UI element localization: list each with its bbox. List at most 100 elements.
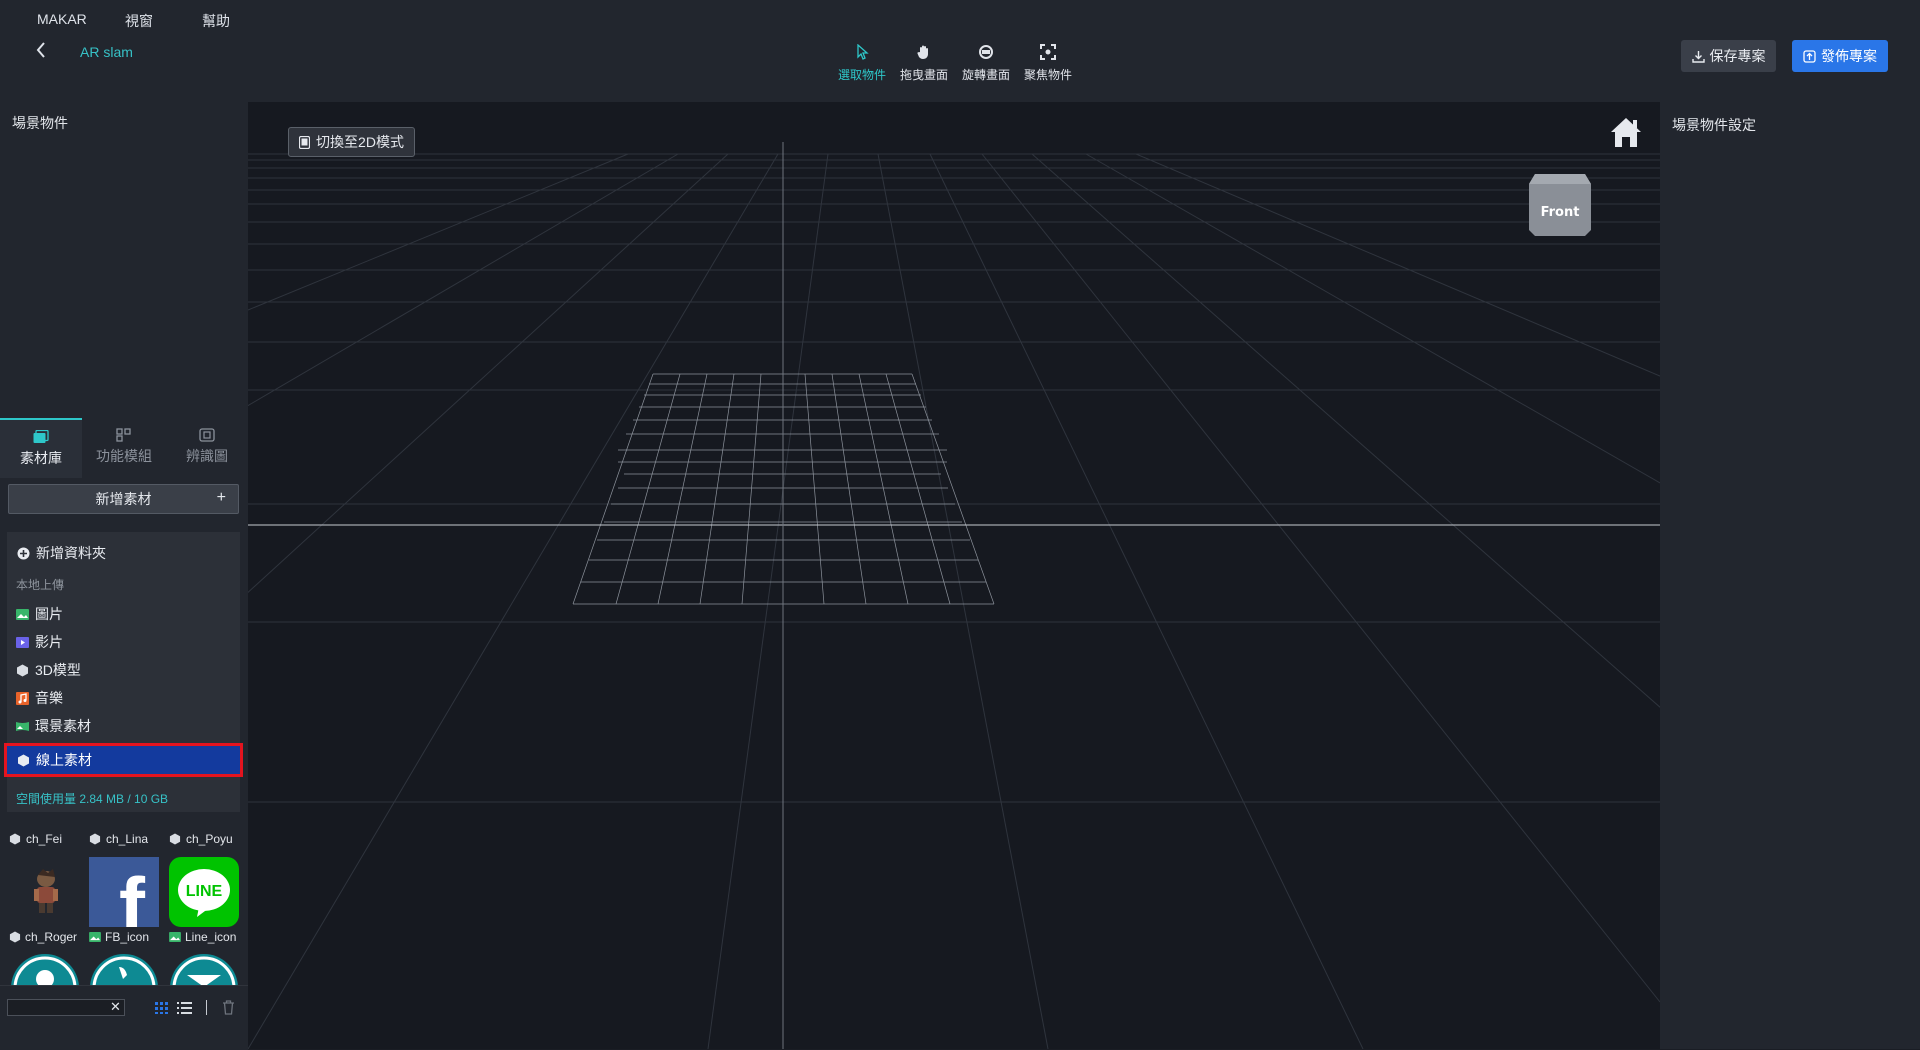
line-thumbnail[interactable]: LINE <box>169 857 239 927</box>
image-icon <box>89 932 101 942</box>
storage-usage: 空間使用量 2.84 MB / 10 GB <box>16 792 169 806</box>
dd-item-online-assets[interactable]: 線上素材 <box>7 746 240 774</box>
line-letter: LINE <box>186 883 223 900</box>
asset-ch-roger[interactable]: ch_Roger <box>9 930 77 944</box>
dd-item-label: 圖片 <box>35 606 63 622</box>
video-icon <box>16 636 29 648</box>
image-icon <box>16 608 29 620</box>
facebook-thumbnail[interactable]: f <box>89 857 159 949</box>
scene-object-settings-title: 場景物件設定 <box>1672 117 1756 133</box>
menu-help[interactable]: 幫助 <box>202 11 230 31</box>
back-button[interactable] <box>34 40 52 64</box>
asset-name: ch_Roger <box>25 930 78 944</box>
hand-icon <box>917 45 928 59</box>
facebook-letter: f <box>119 861 146 927</box>
cursor-icon <box>857 44 869 60</box>
dd-item-3d-model[interactable]: 3D模型 <box>16 659 81 681</box>
user-circle-icon <box>11 954 79 985</box>
tool-drag-view[interactable]: 拖曳畫面 <box>893 44 955 83</box>
right-panel <box>1660 102 1920 1049</box>
switch-2d-label: 切換至2D模式 <box>316 134 404 150</box>
upload-icon <box>1803 49 1816 63</box>
trash-icon[interactable] <box>222 1000 235 1015</box>
tab-modules[interactable]: 功能模組 <box>83 418 165 476</box>
tool-label: 拖曳畫面 <box>899 68 948 82</box>
cube-icon <box>169 833 181 845</box>
mail-asset-thumbnail[interactable] <box>169 953 239 985</box>
asset-line-icon[interactable]: Line_icon <box>169 930 236 944</box>
view-cube-front-label: Front <box>1541 205 1580 220</box>
add-asset-dropdown: 新增資料夾 本地上傳 圖片 影片 3D模型 音樂 環景素材 線上素材 空間使用量… <box>4 532 243 812</box>
toolbar-divider <box>206 1000 207 1015</box>
target-image-icon <box>199 428 215 442</box>
save-label: 保存專案 <box>1709 48 1766 64</box>
tool-rotate-view[interactable]: 旋轉畫面 <box>955 44 1017 83</box>
view-cube[interactable]: Front <box>1527 170 1593 240</box>
tool-focus-object[interactable]: 聚焦物件 <box>1017 44 1079 83</box>
character-icon <box>34 869 58 913</box>
grid-view-icon[interactable] <box>155 1002 169 1014</box>
save-project-button[interactable]: 保存專案 <box>1681 40 1776 72</box>
cube-icon <box>89 833 101 845</box>
asset-ch-lina[interactable]: ch_Lina <box>89 832 148 846</box>
tab-label: 功能模組 <box>96 448 152 464</box>
home-icon[interactable] <box>1609 116 1643 150</box>
cube-icon <box>9 931 21 943</box>
tool-label: 聚焦物件 <box>1023 68 1072 82</box>
chevron-left-icon <box>36 42 45 58</box>
tab-asset-library[interactable]: 素材庫 <box>0 418 82 478</box>
cube-icon <box>17 664 28 676</box>
list-view-icon[interactable] <box>177 1002 192 1014</box>
focus-icon <box>1040 44 1056 60</box>
dd-new-folder[interactable]: 新增資料夾 <box>17 542 106 564</box>
rotate-icon <box>979 45 993 59</box>
cube-icon <box>9 833 21 845</box>
project-name[interactable]: AR slam <box>80 44 133 60</box>
dd-item-video[interactable]: 影片 <box>16 631 63 653</box>
asset-ch-poyu[interactable]: ch_Poyu <box>169 832 233 846</box>
plus-icon: + <box>216 489 226 506</box>
switch-2d-mode-button[interactable]: 切換至2D模式 <box>288 127 415 157</box>
add-asset-label: 新增素材 <box>95 491 152 507</box>
music-icon <box>16 691 29 705</box>
phone-circle-icon <box>90 954 158 985</box>
scene-viewport[interactable] <box>248 102 1660 1049</box>
image-library-icon <box>33 430 49 443</box>
asset-search-input[interactable] <box>7 999 125 1016</box>
asset-name: ch_Poyu <box>186 832 233 846</box>
tool-label: 旋轉畫面 <box>961 68 1010 82</box>
asset-fb-icon[interactable]: FB_icon <box>89 930 149 944</box>
asset-name: FB_icon <box>105 930 150 944</box>
tab-target-images[interactable]: 辨識圖 <box>166 418 248 476</box>
character-thumbnail[interactable] <box>10 857 80 927</box>
online-assets-label: 線上素材 <box>36 752 92 768</box>
dd-item-label: 音樂 <box>35 690 63 706</box>
asset-name: ch_Lina <box>106 832 149 846</box>
cube-icon <box>18 754 29 766</box>
dd-item-panorama[interactable]: 環景素材 <box>16 715 91 737</box>
image-icon <box>169 932 181 942</box>
clear-search-icon[interactable]: ✕ <box>110 999 121 1015</box>
tool-select-object[interactable]: 選取物件 <box>831 44 893 83</box>
tab-label: 辨識圖 <box>186 448 228 464</box>
modules-icon <box>116 428 131 442</box>
panorama-icon <box>16 721 29 731</box>
publish-label: 發佈專案 <box>1821 48 1877 64</box>
view-cube-shape: Front <box>1529 174 1591 236</box>
add-asset-button[interactable]: 新增素材 + <box>8 484 239 514</box>
dd-item-music[interactable]: 音樂 <box>16 687 63 709</box>
dd-item-image[interactable]: 圖片 <box>16 603 63 625</box>
asset-name: ch_Fei <box>26 832 63 846</box>
asset-tabs: 素材庫 功能模組 辨識圖 <box>0 418 248 478</box>
local-upload-label: 本地上傳 <box>16 578 65 592</box>
phone-asset-thumbnail[interactable] <box>89 953 159 985</box>
menu-window[interactable]: 視窗 <box>125 11 153 31</box>
menu-makar[interactable]: MAKAR <box>37 11 87 27</box>
mail-circle-icon <box>170 954 238 985</box>
tool-label: 選取物件 <box>837 68 886 82</box>
dd-item-label: 影片 <box>35 634 63 650</box>
publish-project-button[interactable]: 發佈專案 <box>1792 40 1888 72</box>
user-asset-thumbnail[interactable] <box>10 953 80 985</box>
asset-ch-fei[interactable]: ch_Fei <box>9 832 62 846</box>
download-icon <box>1691 50 1705 63</box>
